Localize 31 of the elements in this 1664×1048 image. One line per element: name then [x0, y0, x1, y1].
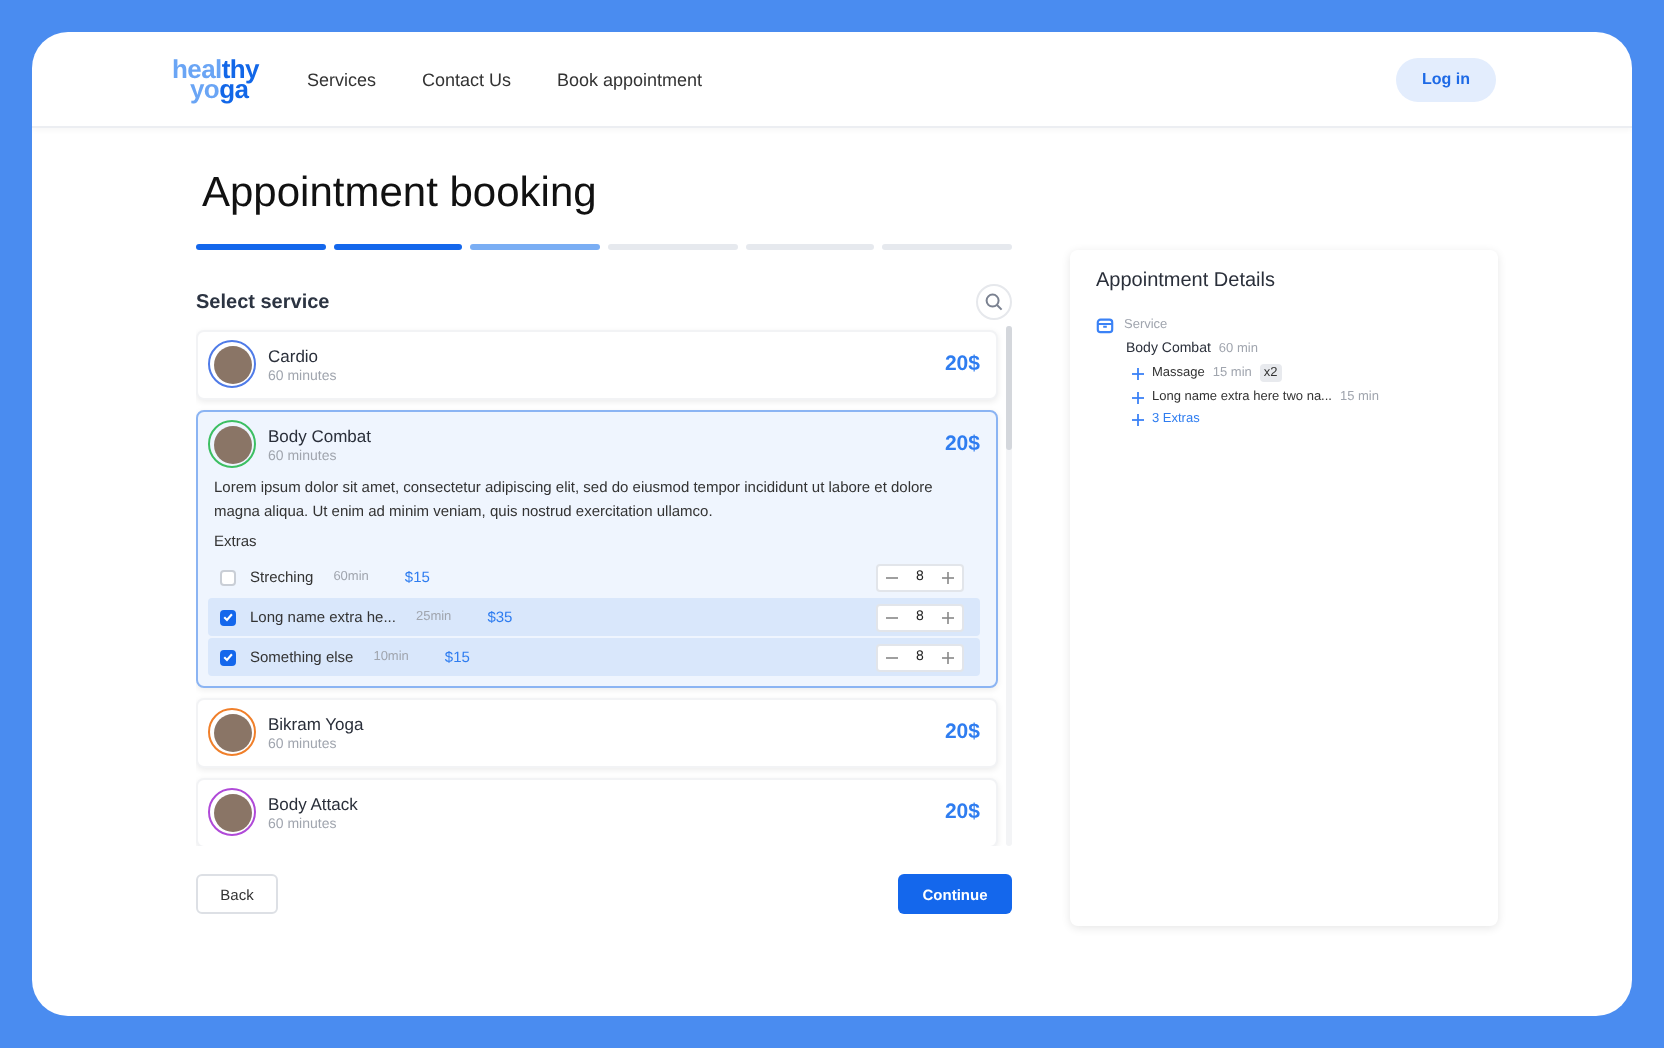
- page-title: Appointment booking: [202, 168, 599, 220]
- basket-icon: [1096, 316, 1114, 334]
- checkbox[interactable]: [220, 649, 236, 665]
- minus-icon[interactable]: [886, 651, 898, 663]
- nav-link[interactable]: Services: [306, 69, 376, 89]
- plus-icon[interactable]: [942, 571, 954, 583]
- plus-icon[interactable]: [942, 651, 954, 663]
- service-name: Cardio: [268, 345, 321, 365]
- minus-icon[interactable]: [886, 571, 898, 583]
- service-price: 20$: [944, 720, 980, 744]
- service-name: Body Combat: [268, 425, 371, 445]
- nav-link[interactable]: Contact Us: [421, 69, 511, 89]
- checkbox[interactable]: [220, 609, 236, 625]
- section-title: Select service: [196, 291, 330, 313]
- service-name: Bikram Yoga: [268, 713, 364, 733]
- search-button[interactable]: [976, 284, 1012, 320]
- minus-icon[interactable]: [886, 611, 898, 623]
- service-name: Body Attack: [268, 793, 358, 813]
- logo[interactable]: healthy yoga: [172, 59, 259, 99]
- service-price: 20$: [944, 800, 980, 824]
- service-price: 20$: [944, 352, 980, 376]
- details-title: Appointment Details: [1096, 270, 1275, 292]
- login-button[interactable]: Log in: [1396, 57, 1496, 101]
- nav-link[interactable]: Book appointment: [556, 69, 703, 89]
- search-icon: [984, 292, 1004, 312]
- plus-icon[interactable]: [942, 611, 954, 623]
- plus-icon: [1132, 391, 1144, 403]
- service-price: 20$: [944, 432, 980, 456]
- plus-icon: [1132, 367, 1144, 379]
- service-card[interactable]: [196, 410, 998, 688]
- plus-icon: [1132, 413, 1144, 425]
